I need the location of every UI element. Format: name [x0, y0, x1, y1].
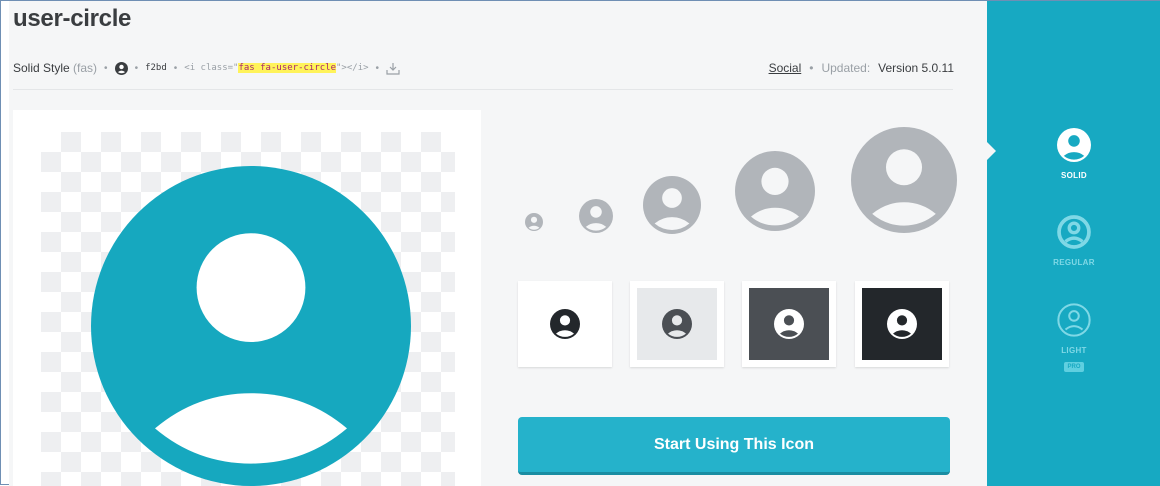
html-snippet[interactable]: <i class="fas fa-user-circle"></i> [184, 63, 369, 73]
version-label: Version 5.0.11 [878, 61, 954, 75]
style-regular[interactable]: REGULAR [1032, 215, 1116, 267]
preview-swatch [749, 288, 829, 360]
user-circle-light-icon [1057, 303, 1091, 337]
style-prefix: (fas) [73, 61, 98, 75]
separator-dot: • [173, 62, 178, 74]
start-using-button[interactable]: Start Using This Icon [518, 417, 950, 475]
user-circle-icon [887, 309, 917, 339]
icon-title: user-circle [13, 5, 132, 32]
separator-dot: • [104, 62, 108, 74]
page: user-circle Solid Style (fas) • • f2bd •… [0, 0, 1160, 486]
preview-swatch [525, 288, 605, 360]
size-previews [516, 123, 957, 243]
style-sidebar: SOLID REGULAR LIGHT PRO [986, 1, 1160, 486]
user-circle-icon [774, 309, 804, 339]
html-class: fas fa-user-circle [238, 63, 337, 73]
user-circle-icon [735, 151, 815, 231]
user-circle-icon [550, 309, 580, 339]
user-circle-icon [579, 199, 613, 233]
style-label: Solid Style (fas) [13, 61, 97, 75]
style-label: LIGHT [1061, 346, 1087, 355]
large-preview [13, 110, 481, 486]
user-circle-solid-icon [1057, 128, 1091, 162]
light-gray-background-preview[interactable] [630, 281, 724, 367]
user-circle-icon [662, 309, 692, 339]
style-label: SOLID [1061, 171, 1087, 180]
icon-meta: Solid Style (fas) • • f2bd • <i class="f… [13, 61, 400, 75]
separator-dot: • [375, 62, 380, 74]
unicode-code[interactable]: f2bd [145, 63, 167, 73]
user-circle-icon [851, 127, 957, 233]
style-label: REGULAR [1053, 258, 1095, 267]
style-name: Solid Style [13, 61, 70, 75]
download-icon[interactable] [386, 62, 400, 75]
pro-badge: PRO [1064, 362, 1084, 372]
html-close: "></i> [336, 63, 369, 73]
active-indicator [986, 141, 996, 161]
black-background-preview[interactable] [855, 281, 949, 367]
user-circle-icon [525, 213, 543, 231]
preview-swatch [862, 288, 942, 360]
dark-gray-background-preview[interactable] [742, 281, 836, 367]
style-light[interactable]: LIGHT PRO [1032, 303, 1116, 373]
preview-swatch [637, 288, 717, 360]
updated-label: Updated: [821, 61, 871, 75]
user-circle-icon [643, 176, 701, 234]
html-open: <i class=" [184, 63, 239, 73]
divider [13, 89, 953, 90]
user-circle-icon [114, 61, 128, 75]
style-solid[interactable]: SOLID [1032, 128, 1116, 180]
main-panel: user-circle Solid Style (fas) • • f2bd •… [9, 1, 987, 486]
white-background-preview[interactable] [518, 281, 612, 367]
user-circle-preview-icon [91, 166, 411, 486]
separator-dot: • [809, 61, 814, 75]
icon-info: Social • Updated: Version 5.0.11 [769, 61, 954, 75]
category-link[interactable]: Social [769, 61, 802, 75]
separator-dot: • [134, 62, 139, 74]
user-circle-regular-icon [1057, 215, 1091, 249]
